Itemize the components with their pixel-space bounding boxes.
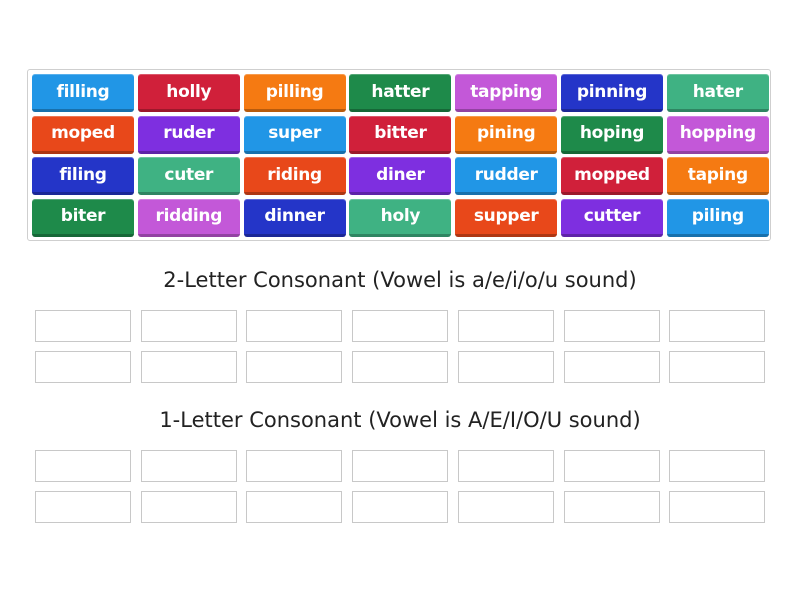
- drop-slot[interactable]: [35, 351, 131, 383]
- word-tile[interactable]: dinner: [243, 198, 346, 237]
- drop-slot[interactable]: [246, 310, 343, 342]
- word-tile[interactable]: rudder: [455, 157, 558, 195]
- word-tile[interactable]: ruder: [137, 115, 240, 154]
- word-tile[interactable]: cutter: [561, 198, 663, 237]
- word-tile[interactable]: bitter: [349, 115, 452, 154]
- word-tile[interactable]: supper: [455, 198, 558, 237]
- word-tile[interactable]: filing: [32, 157, 134, 195]
- drop-slot[interactable]: [669, 351, 766, 383]
- word-tile[interactable]: taping: [666, 157, 769, 195]
- drop-slot[interactable]: [246, 491, 343, 523]
- word-tile[interactable]: piling: [666, 198, 769, 237]
- drop-slot[interactable]: [352, 450, 449, 482]
- word-tile[interactable]: filling: [32, 74, 134, 112]
- drop-slot[interactable]: [35, 491, 131, 523]
- word-tile[interactable]: biter: [32, 198, 134, 237]
- word-tile[interactable]: holy: [349, 198, 452, 237]
- drop-slot[interactable]: [457, 450, 554, 482]
- word-tile[interactable]: hatter: [349, 74, 452, 112]
- word-tile[interactable]: super: [243, 115, 346, 154]
- drop-slot[interactable]: [246, 351, 343, 383]
- drop-slot[interactable]: [457, 351, 554, 383]
- drop-slot[interactable]: [35, 310, 131, 342]
- drop-slot[interactable]: [352, 351, 449, 383]
- word-tile[interactable]: cuter: [137, 157, 240, 195]
- drop-slot[interactable]: [246, 450, 343, 482]
- word-tile[interactable]: moped: [32, 115, 134, 154]
- word-tile[interactable]: pinning: [561, 74, 663, 112]
- word-tile[interactable]: pining: [455, 115, 558, 154]
- drop-slot[interactable]: [352, 491, 449, 523]
- word-tile[interactable]: hater: [666, 74, 769, 112]
- drop-slot[interactable]: [140, 450, 237, 482]
- word-tile[interactable]: diner: [349, 157, 452, 195]
- drop-slot[interactable]: [669, 450, 766, 482]
- word-tile[interactable]: hoping: [561, 115, 663, 154]
- drop-slot[interactable]: [140, 351, 237, 383]
- word-tile[interactable]: hopping: [666, 115, 769, 154]
- drop-slot[interactable]: [140, 491, 237, 523]
- drop-slot[interactable]: [563, 491, 660, 523]
- group-heading-2-letter: 2-Letter Consonant (Vowel is a/e/i/o/u s…: [163, 268, 637, 292]
- drop-slot[interactable]: [563, 450, 660, 482]
- drop-slot[interactable]: [669, 491, 766, 523]
- word-tile[interactable]: pilling: [243, 74, 346, 112]
- drop-slot[interactable]: [457, 491, 554, 523]
- word-tile[interactable]: mopped: [561, 157, 663, 195]
- drop-slot[interactable]: [457, 310, 554, 342]
- drop-slot[interactable]: [563, 310, 660, 342]
- group-heading-1-letter: 1-Letter Consonant (Vowel is A/E/I/O/U s…: [159, 408, 641, 432]
- drop-slot[interactable]: [563, 351, 660, 383]
- drop-slot[interactable]: [140, 310, 237, 342]
- word-tile[interactable]: riding: [243, 157, 346, 195]
- drop-slot[interactable]: [669, 310, 766, 342]
- word-tile[interactable]: tapping: [455, 74, 558, 112]
- drop-slot[interactable]: [35, 450, 131, 482]
- word-tile[interactable]: ridding: [137, 198, 240, 237]
- drop-slot[interactable]: [352, 310, 449, 342]
- word-tile[interactable]: holly: [137, 74, 240, 112]
- word-bank: filling holly pilling hatter tapping pinning h…: [27, 69, 771, 241]
